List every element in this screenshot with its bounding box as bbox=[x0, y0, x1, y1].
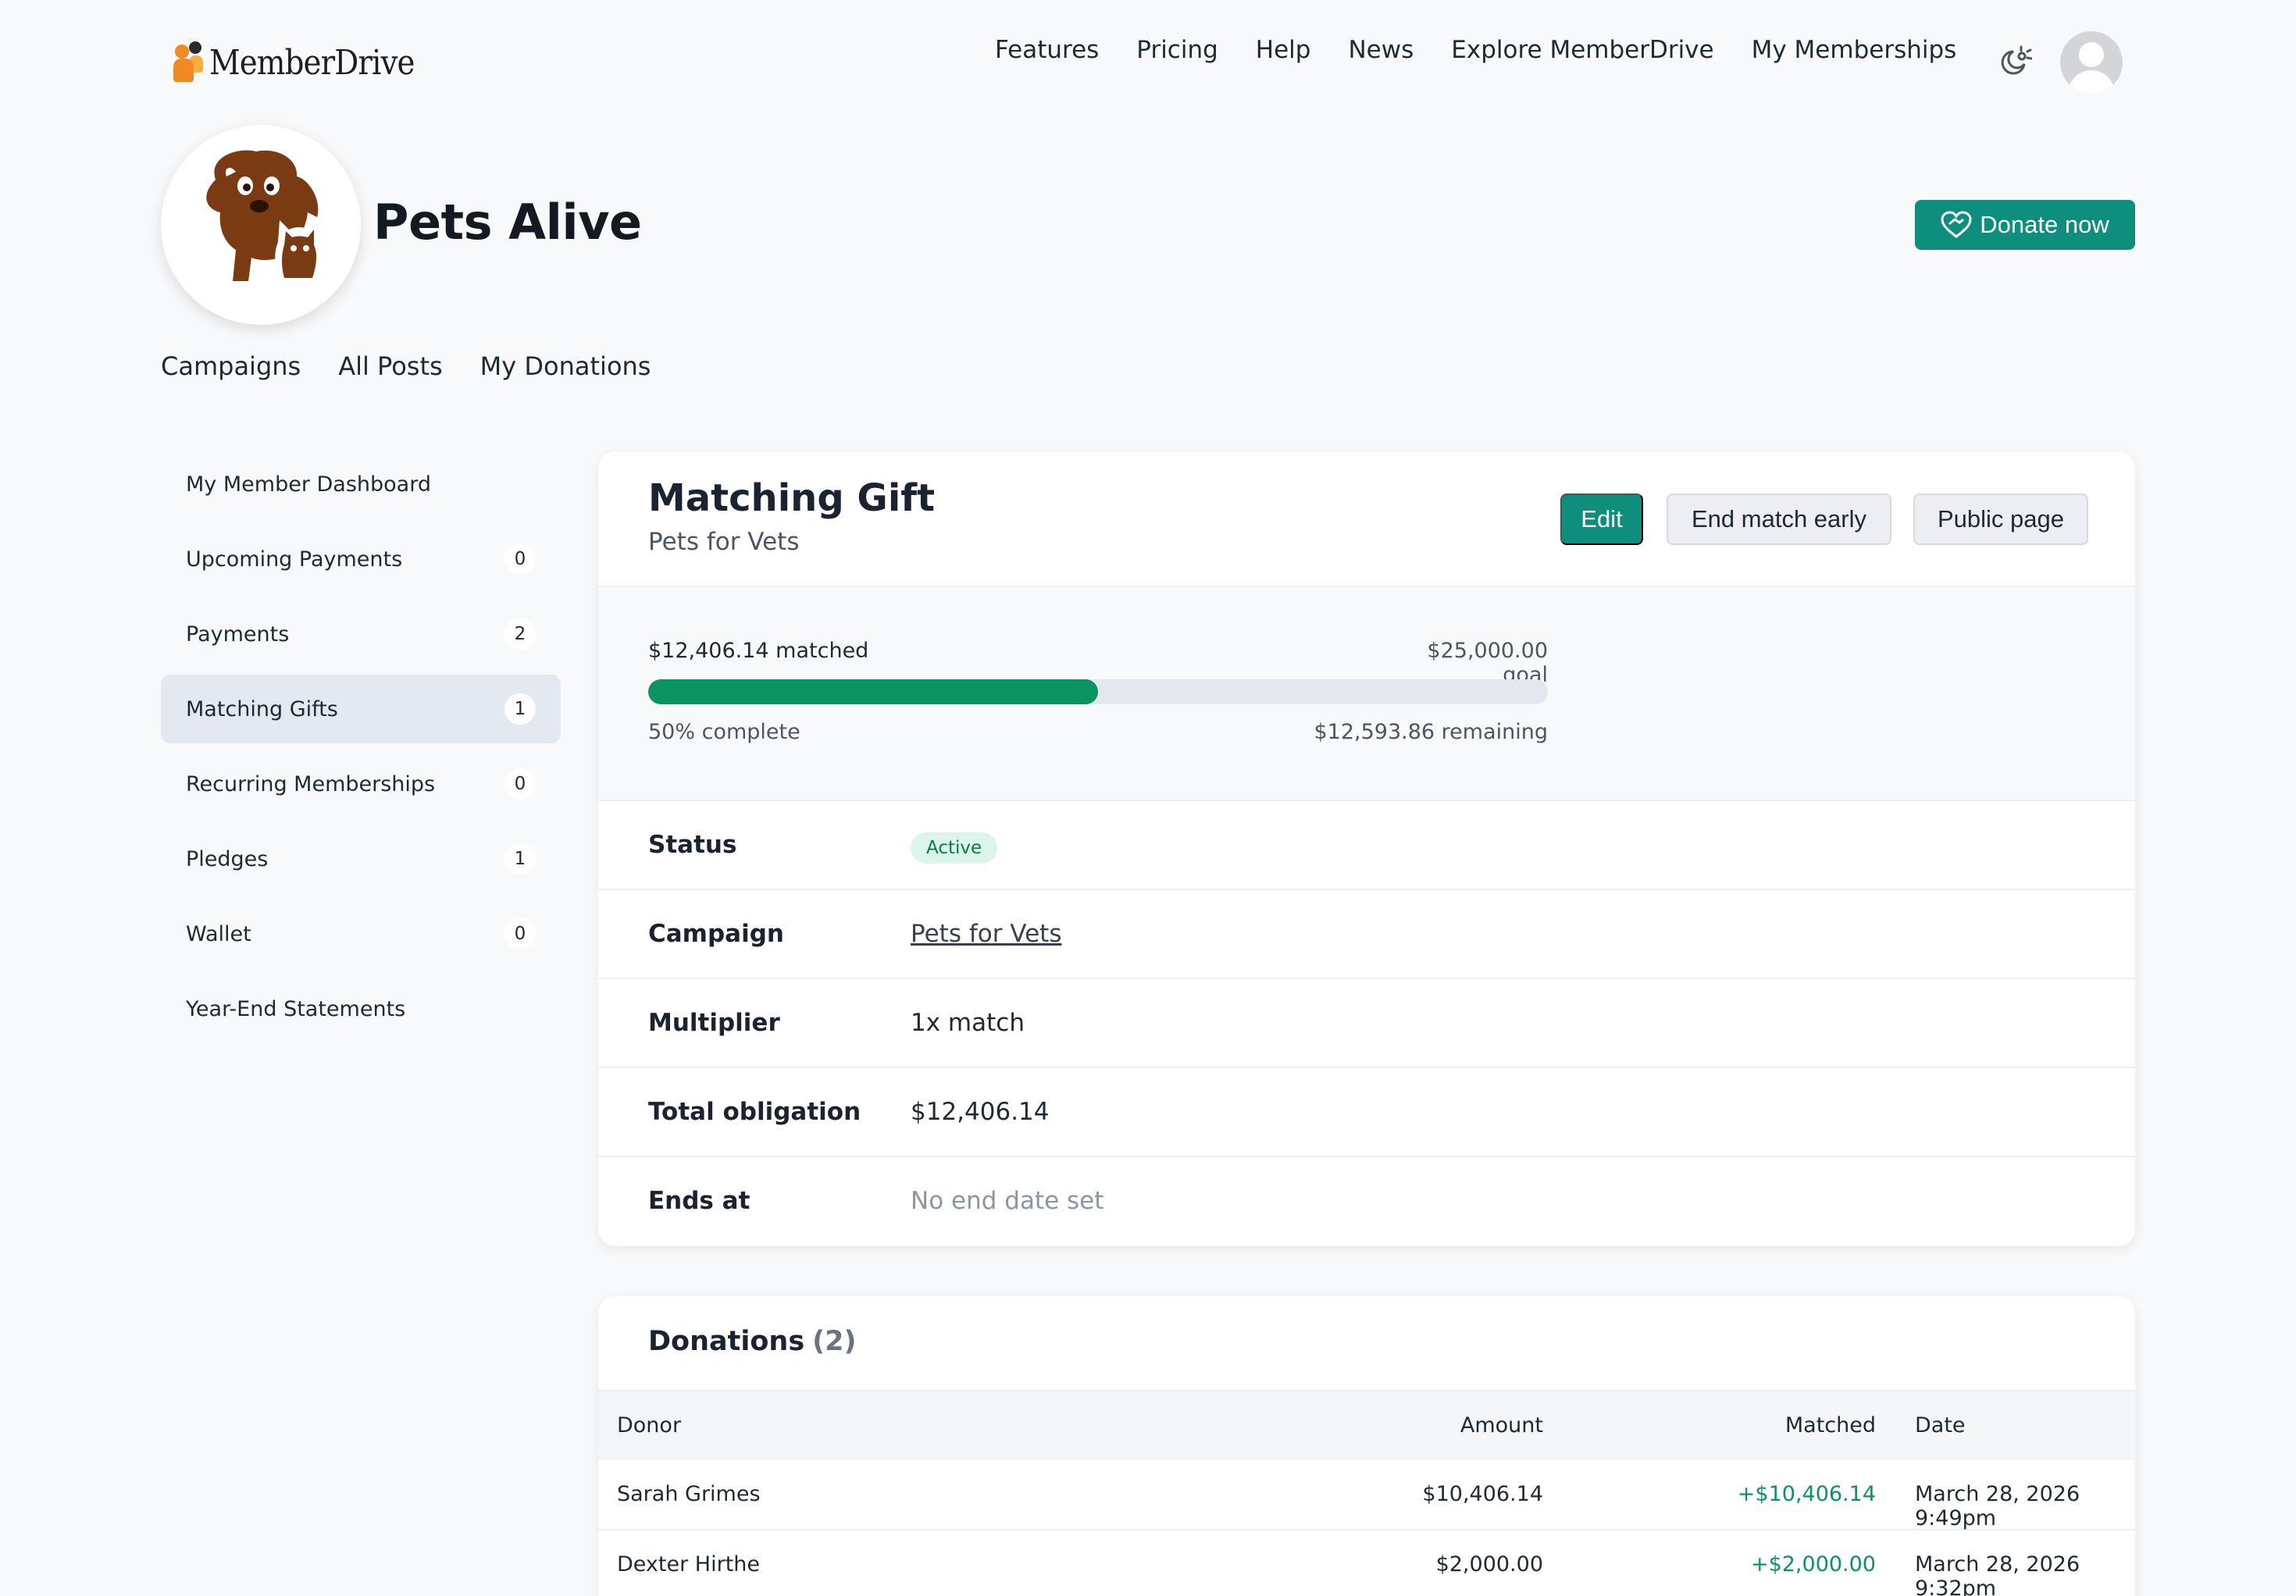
page-title: Matching Gift bbox=[648, 476, 936, 520]
column-header-donor: Donor bbox=[617, 1413, 682, 1437]
sidebar-item-label: Payments bbox=[186, 622, 290, 647]
sidebar-item-label: Matching Gifts bbox=[186, 696, 338, 721]
public-page-button[interactable]: Public page bbox=[1913, 493, 2088, 545]
multiplier-value: 1x match bbox=[911, 1009, 1025, 1037]
tab-my-donations[interactable]: My Donations bbox=[480, 351, 651, 381]
ends-at-value: No end date set bbox=[911, 1187, 1104, 1215]
remaining-amount: $12,593.86 remaining bbox=[1314, 720, 1548, 744]
nav-link-my-memberships[interactable]: My Memberships bbox=[1752, 36, 1957, 64]
main-nav: Features Pricing Help News Explore Membe… bbox=[995, 36, 1994, 64]
nav-link-news[interactable]: News bbox=[1348, 36, 1414, 64]
donations-title: Donations (2) bbox=[648, 1326, 857, 1357]
memberdrive-logo-icon bbox=[172, 41, 205, 84]
donations-table-header: Donor Amount Matched Date bbox=[598, 1391, 2135, 1460]
table-row[interactable]: Dexter Hirthe $2,000.00 +$2,000.00 March… bbox=[598, 1530, 2135, 1596]
detail-label: Total obligation bbox=[648, 1098, 861, 1126]
table-row[interactable]: Sarah Grimes $10,406.14 +$10,406.14 Marc… bbox=[598, 1460, 2135, 1530]
progress-bar bbox=[648, 679, 1548, 704]
brand-name: MemberDrive bbox=[209, 42, 415, 83]
donation-amount: $2,000.00 bbox=[1435, 1552, 1543, 1576]
sidebar-item-payments[interactable]: Payments 2 bbox=[161, 600, 561, 668]
tab-campaigns[interactable]: Campaigns bbox=[161, 351, 301, 381]
donation-date: March 28, 2026 9:49pm bbox=[1915, 1482, 2080, 1530]
matched-amount: +$10,406.14 bbox=[1737, 1482, 1876, 1506]
user-avatar[interactable] bbox=[2060, 31, 2123, 94]
sidebar-item-label: Pledges bbox=[186, 846, 269, 871]
matching-gift-card: Matching Gift Pets for Vets Edit End mat… bbox=[598, 451, 2135, 1246]
sidebar-item-dashboard[interactable]: My Member Dashboard bbox=[161, 450, 561, 518]
donor-name: Sarah Grimes bbox=[617, 1482, 761, 1506]
count-badge: 0 bbox=[504, 543, 536, 575]
campaign-link[interactable]: Pets for Vets bbox=[911, 920, 1061, 948]
sidebar-item-year-end-statements[interactable]: Year-End Statements bbox=[161, 974, 561, 1043]
matched-amount: $12,406.14 matched bbox=[648, 639, 869, 663]
sidebar-item-wallet[interactable]: Wallet 0 bbox=[161, 900, 561, 968]
donations-header: Donations (2) bbox=[598, 1296, 2135, 1391]
detail-label: Multiplier bbox=[648, 1009, 780, 1037]
donation-amount: $10,406.14 bbox=[1422, 1482, 1543, 1506]
org-name: Pets Alive bbox=[373, 194, 642, 251]
count-badge: 0 bbox=[504, 918, 536, 949]
sidebar-item-label: Recurring Memberships bbox=[186, 771, 436, 796]
count-badge: 0 bbox=[504, 768, 536, 800]
detail-row-campaign: Campaign Pets for Vets bbox=[598, 890, 2135, 979]
sidebar-item-label: Year-End Statements bbox=[186, 996, 406, 1021]
donation-date: March 28, 2026 9:32pm bbox=[1915, 1552, 2080, 1596]
dog-cat-logo-icon bbox=[206, 150, 323, 281]
detail-label: Status bbox=[648, 831, 737, 859]
nav-link-help[interactable]: Help bbox=[1256, 36, 1311, 64]
detail-row-ends-at: Ends at No end date set bbox=[598, 1157, 2135, 1246]
heart-handshake-icon bbox=[1941, 211, 1972, 238]
nav-link-pricing[interactable]: Pricing bbox=[1136, 36, 1218, 64]
detail-row-multiplier: Multiplier 1x match bbox=[598, 979, 2135, 1068]
nav-link-features[interactable]: Features bbox=[995, 36, 1099, 64]
org-logo bbox=[161, 125, 361, 325]
org-tabs: Campaigns All Posts My Donations bbox=[161, 351, 688, 381]
sidebar-item-matching-gifts[interactable]: Matching Gifts 1 bbox=[161, 675, 561, 743]
member-sidebar: My Member Dashboard Upcoming Payments 0 … bbox=[161, 450, 561, 1049]
progress-bar-fill bbox=[648, 679, 1098, 704]
count-badge: 1 bbox=[504, 693, 536, 725]
donations-count: (2) bbox=[812, 1326, 857, 1357]
total-obligation-value: $12,406.14 bbox=[911, 1098, 1050, 1126]
sidebar-item-recurring-memberships[interactable]: Recurring Memberships 0 bbox=[161, 750, 561, 818]
donor-name: Dexter Hirthe bbox=[617, 1552, 761, 1576]
top-navigation: MemberDrive Features Pricing Help News E… bbox=[0, 0, 2296, 125]
edit-button[interactable]: Edit bbox=[1560, 493, 1643, 545]
sidebar-item-label: Upcoming Payments bbox=[186, 547, 403, 572]
nav-link-explore[interactable]: Explore MemberDrive bbox=[1451, 36, 1713, 64]
column-header-matched: Matched bbox=[1784, 1413, 1876, 1437]
card-header: Matching Gift Pets for Vets Edit End mat… bbox=[598, 451, 2135, 587]
percent-complete: 50% complete bbox=[648, 720, 800, 744]
match-progress: $12,406.14 matched $25,000.00 goal 50% c… bbox=[598, 587, 2135, 801]
donations-card: Donations (2) Donor Amount Matched Date S… bbox=[598, 1296, 2135, 1596]
detail-row-total-obligation: Total obligation $12,406.14 bbox=[598, 1068, 2135, 1157]
donations-title-text: Donations bbox=[648, 1326, 805, 1357]
theme-toggle-icon[interactable] bbox=[1998, 44, 2032, 78]
column-header-amount: Amount bbox=[1460, 1413, 1543, 1437]
sidebar-item-pledges[interactable]: Pledges 1 bbox=[161, 825, 561, 893]
column-header-date: Date bbox=[1915, 1413, 1966, 1437]
sidebar-item-label: My Member Dashboard bbox=[186, 472, 431, 497]
donate-now-button[interactable]: Donate now bbox=[1915, 200, 2135, 250]
detail-label: Ends at bbox=[648, 1187, 750, 1215]
donate-now-label: Donate now bbox=[1980, 211, 2109, 238]
status-badge: Active bbox=[911, 832, 998, 864]
campaign-subtitle: Pets for Vets bbox=[648, 528, 800, 556]
tab-all-posts[interactable]: All Posts bbox=[338, 351, 442, 381]
count-badge: 1 bbox=[504, 843, 536, 875]
end-match-early-button[interactable]: End match early bbox=[1667, 493, 1891, 545]
detail-label: Campaign bbox=[648, 920, 784, 948]
sidebar-item-upcoming-payments[interactable]: Upcoming Payments 0 bbox=[161, 525, 561, 593]
matched-amount: +$2,000.00 bbox=[1750, 1552, 1876, 1576]
count-badge: 2 bbox=[504, 618, 536, 650]
memberdrive-logo[interactable]: MemberDrive bbox=[172, 39, 442, 86]
detail-row-status: Status Active bbox=[598, 801, 2135, 890]
sidebar-item-label: Wallet bbox=[186, 921, 251, 946]
